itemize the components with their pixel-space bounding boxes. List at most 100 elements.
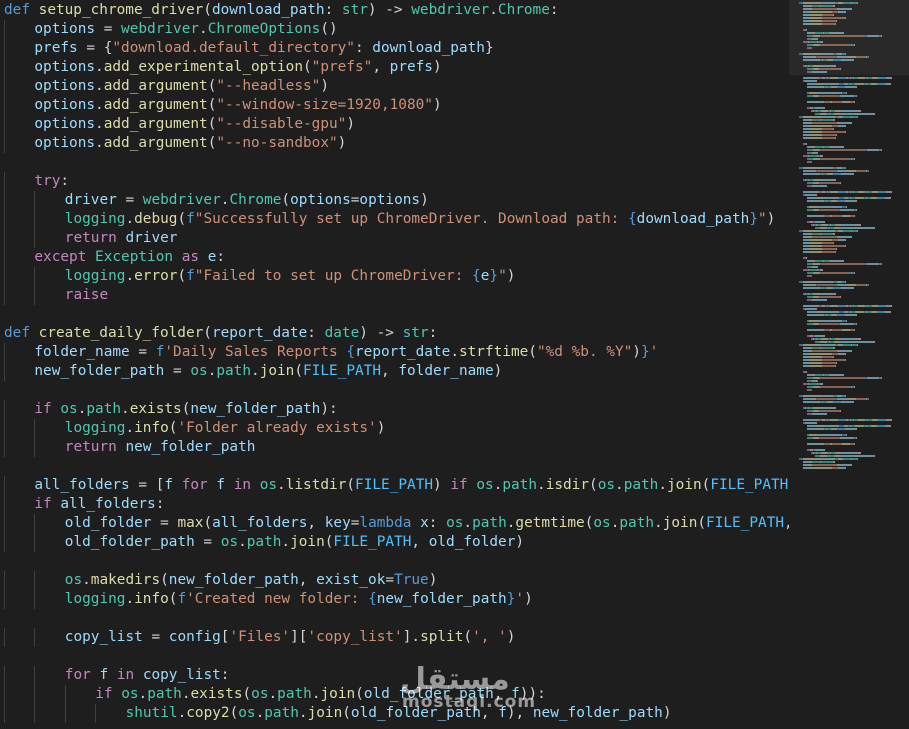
minimap-token bbox=[813, 38, 818, 40]
minimap-token bbox=[832, 101, 842, 103]
code-line[interactable]: try: bbox=[34, 172, 69, 191]
code-token: path bbox=[246, 533, 282, 550]
minimap-token bbox=[823, 83, 833, 85]
code-line[interactable]: new_folder_path = os.path.join(FILE_PATH… bbox=[34, 362, 502, 381]
code-token: 'Files' bbox=[229, 628, 291, 645]
minimap-token bbox=[889, 419, 892, 421]
indent-guide bbox=[34, 209, 36, 229]
code-line[interactable]: options.add_experimental_option("prefs",… bbox=[34, 58, 441, 77]
indent-guide bbox=[34, 190, 36, 210]
code-token: download_path bbox=[636, 210, 750, 227]
code-line[interactable]: all_folders = [f for f in os.listdir(FIL… bbox=[34, 476, 789, 495]
code-token: { bbox=[472, 267, 481, 284]
code-token: } bbox=[484, 39, 494, 56]
minimap-token bbox=[809, 383, 817, 385]
minimap-token bbox=[860, 455, 874, 457]
minimap-token bbox=[834, 65, 836, 67]
code-line[interactable]: options.add_argument("--disable-gpu") bbox=[34, 115, 355, 134]
minimap-token bbox=[845, 245, 846, 247]
code-line[interactable]: os.makedirs(new_folder_path, exist_ok=Tr… bbox=[65, 571, 438, 590]
minimap-token bbox=[843, 287, 853, 289]
minimap-token bbox=[877, 425, 885, 427]
code-line[interactable]: def setup_chrome_driver(download_path: s… bbox=[4, 1, 559, 20]
minimap-token bbox=[835, 137, 836, 139]
code-line[interactable]: options = webdriver.ChromeOptions() bbox=[34, 20, 337, 39]
code-token: try bbox=[34, 172, 61, 189]
code-line[interactable]: folder_name = f'Daily Sales Reports {rep… bbox=[34, 343, 658, 362]
code-token: for bbox=[64, 666, 91, 683]
code-line[interactable]: options.add_argument("--window-size=1920… bbox=[34, 96, 441, 115]
code-line[interactable]: copy_list = config['Files']['copy_list']… bbox=[65, 628, 516, 647]
indent-guide bbox=[4, 76, 5, 96]
minimap-token bbox=[856, 314, 857, 316]
code-line[interactable]: old_folder_path = os.path.join(FILE_PATH… bbox=[65, 533, 524, 552]
minimap-token bbox=[803, 419, 813, 421]
code-token: logging bbox=[64, 590, 126, 607]
minimap-token bbox=[807, 389, 812, 391]
code-line[interactable]: logging.error(f"Failed to set up ChromeD… bbox=[65, 267, 516, 286]
indent-guide bbox=[34, 532, 36, 552]
minimap-token bbox=[803, 59, 817, 61]
code-token: lambda bbox=[359, 514, 412, 531]
code-token: . bbox=[450, 343, 459, 360]
indent-guide bbox=[4, 437, 5, 457]
indent-guide bbox=[4, 513, 5, 533]
code-line[interactable]: options.add_argument("--headless") bbox=[34, 77, 329, 96]
code-token: x bbox=[420, 514, 429, 531]
code-token: ( bbox=[229, 704, 239, 721]
code-token: add_argument bbox=[103, 115, 208, 132]
minimap-token bbox=[810, 134, 821, 136]
minimap[interactable] bbox=[789, 0, 909, 729]
minimap-token bbox=[812, 119, 820, 121]
code-line[interactable]: except Exception as e: bbox=[34, 248, 225, 267]
code-token: isdir bbox=[545, 476, 590, 493]
code-line[interactable]: def create_daily_folder(report_date: dat… bbox=[4, 324, 437, 343]
minimap-token bbox=[810, 365, 821, 367]
code-editor[interactable]: def setup_chrome_driver(download_path: s… bbox=[0, 0, 789, 729]
minimap-token bbox=[843, 59, 853, 61]
code-token: = bbox=[164, 362, 191, 379]
code-line[interactable]: prefs = {"download.default_directory": d… bbox=[34, 39, 493, 58]
minimap-token bbox=[837, 170, 847, 172]
code-token: . bbox=[277, 476, 286, 493]
indent-guide bbox=[4, 57, 5, 77]
code-line[interactable]: driver = webdriver.Chrome(options=option… bbox=[65, 191, 429, 210]
code-line[interactable]: for f in copy_list: bbox=[65, 666, 230, 685]
minimap-token bbox=[840, 113, 854, 115]
minimap-token bbox=[824, 107, 825, 109]
minimap-token bbox=[851, 122, 852, 124]
code-line[interactable]: logging.debug(f"Successfully set up Chro… bbox=[65, 210, 776, 229]
code-line[interactable]: return driver bbox=[65, 229, 178, 248]
minimap-token bbox=[856, 95, 857, 97]
code-token: str bbox=[341, 1, 368, 18]
code-token: max bbox=[177, 514, 204, 531]
minimap-token bbox=[803, 170, 813, 172]
minimap-token bbox=[840, 68, 841, 70]
minimap-token bbox=[854, 44, 855, 46]
minimap-token bbox=[823, 425, 833, 427]
code-line[interactable]: raise bbox=[65, 286, 108, 305]
code-line[interactable]: if os.path.exists(new_folder_path): bbox=[34, 400, 337, 419]
code-line[interactable]: logging.info(f'Created new folder: {new_… bbox=[65, 590, 533, 609]
minimap-token bbox=[854, 443, 855, 445]
minimap-token bbox=[817, 170, 836, 172]
code-line[interactable]: options.add_argument("--no-sandbox") bbox=[34, 134, 346, 153]
code-token: ( bbox=[160, 571, 169, 588]
code-line[interactable]: logging.info('Folder already exists') bbox=[65, 419, 386, 438]
code-token: ( bbox=[203, 324, 212, 341]
code-token: ) bbox=[433, 476, 451, 493]
code-line[interactable]: old_folder = max(all_folders, key=lambda… bbox=[65, 514, 789, 533]
code-token: = bbox=[142, 628, 169, 645]
minimap-token bbox=[821, 347, 833, 349]
code-line[interactable]: return new_folder_path bbox=[65, 438, 256, 457]
minimap-token bbox=[854, 101, 855, 103]
minimap-token bbox=[815, 146, 823, 148]
code-line[interactable]: if all_folders: bbox=[34, 495, 164, 514]
minimap-token bbox=[810, 242, 821, 244]
indent-guide bbox=[4, 190, 5, 210]
code-token: join bbox=[290, 533, 325, 550]
code-line[interactable]: shutil.copy2(os.path.join(old_folder_pat… bbox=[126, 704, 672, 723]
